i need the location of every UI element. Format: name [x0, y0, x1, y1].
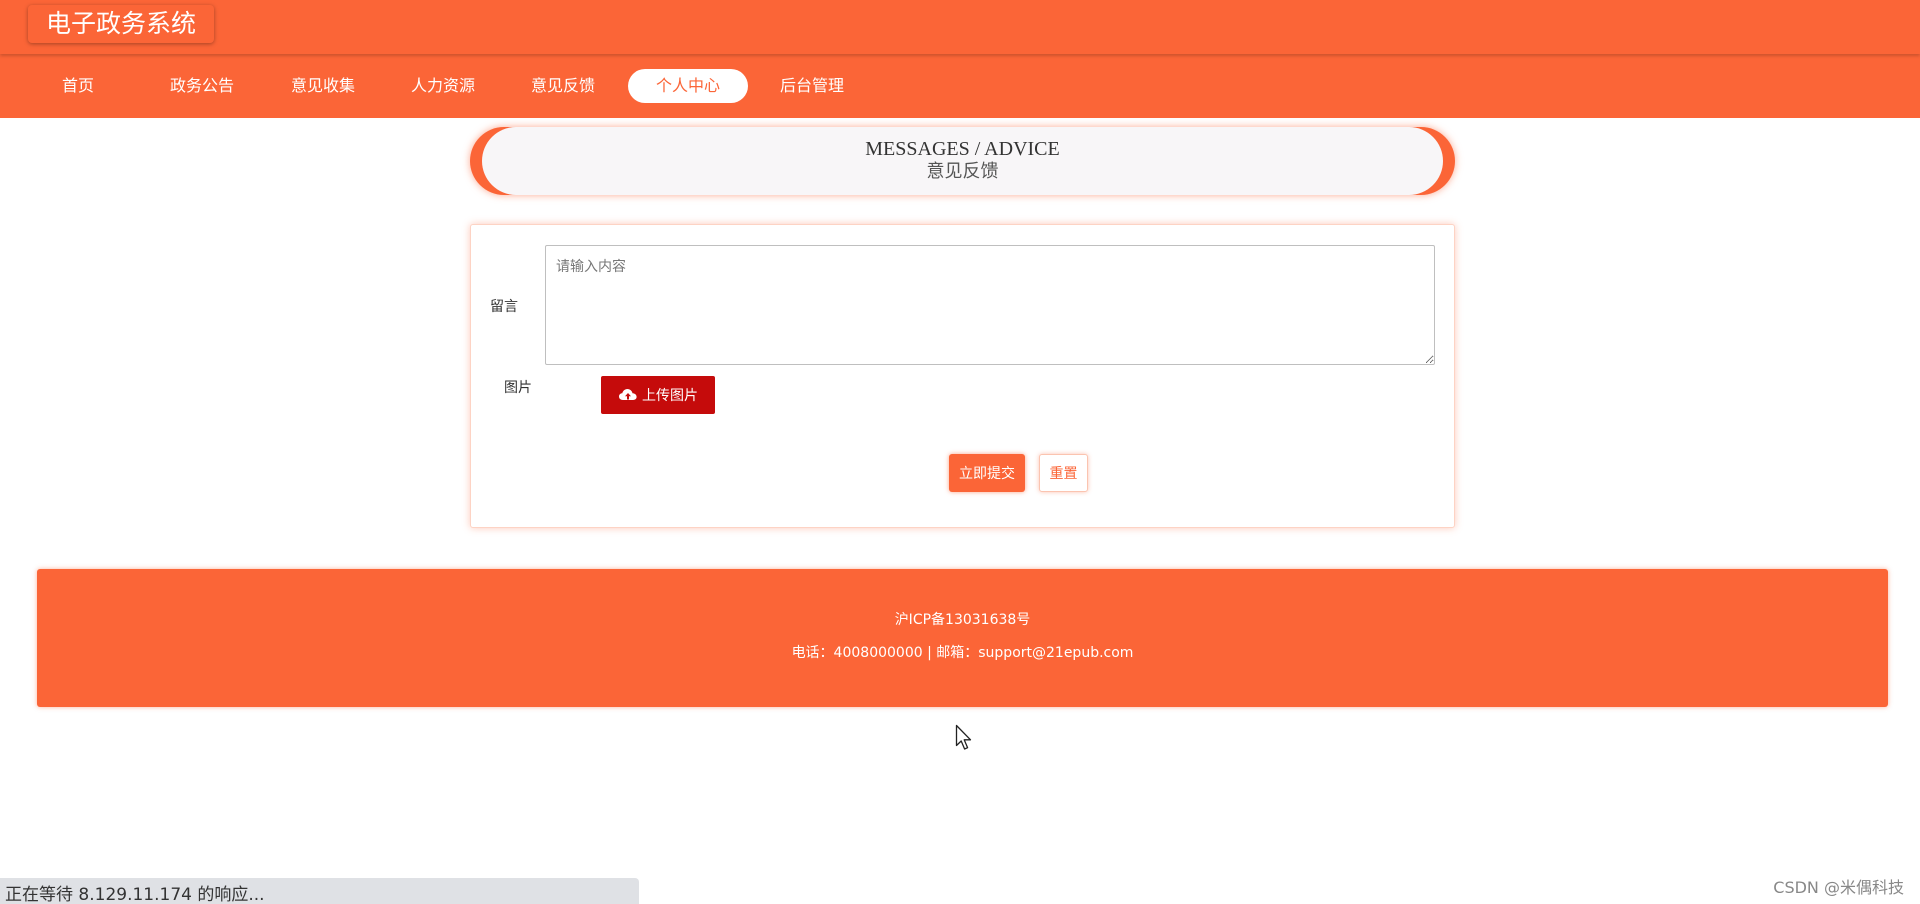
nav-item-home[interactable]: 首页	[38, 69, 118, 103]
reset-button[interactable]: 重置	[1039, 454, 1088, 492]
top-header: 电子政务系统	[0, 0, 1920, 54]
nav-item-human-resources[interactable]: 人力资源	[403, 69, 483, 103]
section-title-cn: 意见反馈	[926, 161, 999, 182]
footer-icp: 沪ICP备13031638号	[894, 612, 1031, 628]
upload-button-label: 上传图片	[642, 388, 698, 404]
section-title-en: MESSAGES / ADVICE	[865, 138, 1060, 160]
footer-contact: 电话：4008000000 | 邮箱：support@21epub.com	[791, 645, 1134, 661]
main-nav: 首页 政务公告 意见收集 人力资源 意见反馈 个人中心 后台管理	[0, 54, 1920, 118]
upload-image-button[interactable]: 上传图片	[601, 376, 715, 414]
site-title[interactable]: 电子政务系统	[28, 5, 215, 43]
nav-item-personal-center[interactable]: 个人中心	[628, 69, 748, 103]
message-label: 留言	[490, 299, 518, 315]
message-textarea[interactable]	[545, 245, 1435, 365]
nav-item-feedback[interactable]: 意见反馈	[523, 69, 603, 103]
section-heading: MESSAGES / ADVICE 意见反馈	[470, 127, 1455, 195]
cloud-upload-icon	[619, 389, 637, 400]
mouse-cursor-icon	[955, 724, 972, 750]
nav-item-opinion-collection[interactable]: 意见收集	[283, 69, 363, 103]
nav-item-admin[interactable]: 后台管理	[772, 69, 852, 103]
image-label: 图片	[504, 380, 532, 396]
nav-item-announcements[interactable]: 政务公告	[162, 69, 242, 103]
section-heading-inner: MESSAGES / ADVICE 意见反馈	[482, 127, 1443, 195]
feedback-form: 留言 图片 上传图片 立即提交 重置	[470, 224, 1455, 528]
submit-button[interactable]: 立即提交	[949, 454, 1025, 492]
watermark: CSDN @米偶科技	[1773, 878, 1904, 897]
browser-status-bar: 正在等待 8.129.11.174 的响应...	[0, 878, 639, 904]
site-footer: 沪ICP备13031638号 电话：4008000000 | 邮箱：suppor…	[37, 569, 1888, 707]
